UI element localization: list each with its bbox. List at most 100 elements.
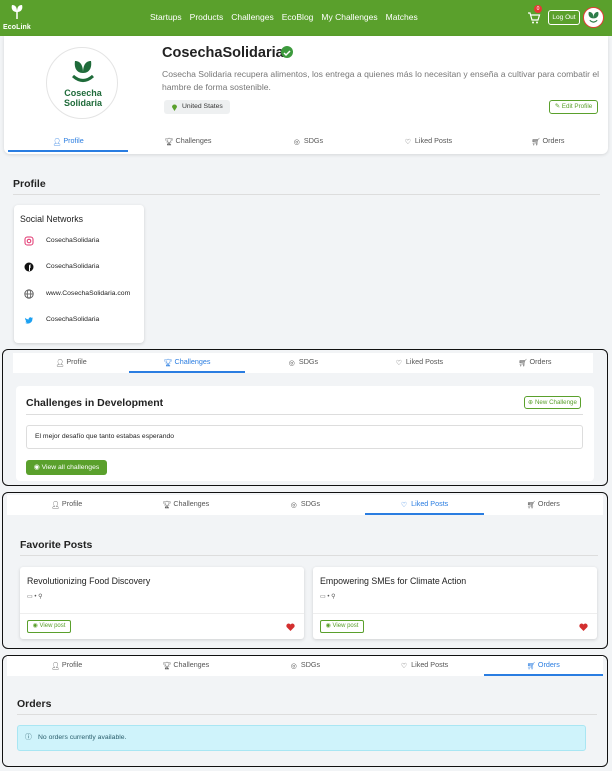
- tab-sdgs[interactable]: ◎ SDGs: [245, 656, 364, 676]
- tab-sdgs[interactable]: ◎ SDGs: [248, 132, 368, 152]
- tab-profile[interactable]: 👤︎ Profile: [8, 132, 128, 152]
- globe-icon: ◎: [293, 137, 301, 146]
- trophy-icon: 🏆︎: [164, 137, 174, 146]
- cart-icon: 🛒︎: [526, 500, 537, 509]
- user-icon: ⚲: [38, 594, 43, 600]
- trophy-icon: 🏆︎: [162, 500, 172, 509]
- view-post-button[interactable]: ◉ View post: [27, 620, 71, 633]
- post-card[interactable]: Revolutionizing Food Discovery ▭ • ⚲ ◉ V…: [20, 567, 304, 639]
- tab-sdgs[interactable]: ◎ SDGs: [245, 353, 361, 373]
- globe-icon: [24, 289, 34, 299]
- heart-icon: ♡: [395, 358, 403, 367]
- social-link-twitter[interactable]: CosechaSolidaria: [24, 315, 144, 327]
- instagram-icon: [24, 236, 34, 246]
- divider: [20, 613, 304, 614]
- nav-link-ecoblog[interactable]: EcoBlog: [282, 12, 314, 22]
- edit-profile-label: Edit Profile: [561, 103, 593, 110]
- liked-posts-tab-view: 👤︎ Profile 🏆︎ Challenges ◎ SDGs ♡ Liked Post…: [2, 492, 608, 649]
- user-icon: 👤︎: [50, 661, 61, 670]
- social-link-website[interactable]: www.CosechaSolidaria.com: [24, 289, 144, 301]
- info-icon: ⓘ: [25, 734, 32, 741]
- social-link-facebook[interactable]: CosechaSolidaria: [24, 262, 144, 274]
- cart-icon: 🛒︎: [518, 358, 528, 367]
- organization-avatar: Cosecha Solidaria: [46, 47, 118, 119]
- divider: [26, 414, 583, 415]
- leaf-icon: [588, 11, 599, 23]
- trophy-icon: 🏆︎: [162, 661, 172, 670]
- cart-icon: 🛒︎: [531, 137, 541, 146]
- eye-icon: ◉: [325, 623, 331, 629]
- tab-liked-posts[interactable]: ♡ Liked Posts: [365, 656, 484, 676]
- edit-profile-button[interactable]: ✎ Edit Profile: [549, 100, 598, 114]
- post-title: Revolutionizing Food Discovery: [27, 576, 151, 586]
- tab-challenges[interactable]: 🏆︎ Challenges: [126, 656, 245, 676]
- tab-profile[interactable]: 👤︎ Profile: [13, 353, 129, 373]
- facebook-icon: [24, 262, 34, 272]
- challenges-view-tabs: 👤︎ Profile 🏆︎ Challenges ◎ SDGs ♡ Liked Post…: [13, 353, 593, 373]
- new-challenge-button[interactable]: ⊕ New Challenge: [524, 396, 581, 409]
- divider: [20, 555, 598, 556]
- tab-profile[interactable]: 👤︎ Profile: [7, 656, 126, 676]
- logo-text: EcoLink: [3, 24, 31, 31]
- social-networks-title: Social Networks: [20, 214, 84, 224]
- leaf-icon: [71, 61, 95, 82]
- eye-icon: ◉: [33, 464, 40, 471]
- twitter-icon: [24, 317, 33, 324]
- user-icon: 👤︎: [50, 500, 61, 509]
- ecolink-logo[interactable]: EcoLink: [3, 3, 31, 33]
- cart-badge: 0: [534, 5, 542, 13]
- edit-icon: ✎: [554, 103, 561, 110]
- view-all-challenges-button[interactable]: ◉ View all challenges: [26, 460, 107, 475]
- brand-text-line2: Solidaria: [63, 98, 102, 108]
- heart-icon: ♡: [400, 661, 408, 670]
- tab-orders[interactable]: 🛒︎ Orders: [484, 495, 603, 515]
- eye-icon: ◉: [32, 623, 38, 629]
- globe-icon: ◎: [290, 661, 298, 670]
- country-label: United States: [182, 103, 223, 110]
- tab-challenges[interactable]: 🏆︎ Challenges: [126, 495, 245, 515]
- tab-liked-posts[interactable]: ♡ Liked Posts: [368, 132, 488, 152]
- post-title: Empowering SMEs for Climate Action: [320, 576, 467, 586]
- post-meta: ▭ • ⚲: [27, 594, 43, 600]
- liked-view-tabs: 👤︎ Profile 🏆︎ Challenges ◎ SDGs ♡ Liked Post…: [7, 495, 603, 515]
- tab-liked-posts[interactable]: ♡ Liked Posts: [361, 353, 477, 373]
- tab-challenges[interactable]: 🏆︎ Challenges: [129, 353, 245, 373]
- orders-title: Orders: [17, 698, 52, 710]
- nav-link-my-challenges[interactable]: My Challenges: [321, 12, 377, 22]
- brand-text-line1: Cosecha: [64, 88, 102, 98]
- tab-liked-posts[interactable]: ♡ Liked Posts: [364, 495, 484, 515]
- nav-link-challenges[interactable]: Challenges: [231, 12, 274, 22]
- tab-challenges[interactable]: 🏆︎ Challenges: [128, 132, 248, 152]
- nav-link-products[interactable]: Products: [190, 12, 224, 22]
- profile-section-title: Profile: [13, 178, 46, 190]
- verified-icon: [281, 46, 293, 58]
- logout-button[interactable]: Log Out: [548, 10, 580, 25]
- cart-icon: 🛒︎: [526, 661, 537, 670]
- tab-orders[interactable]: 🛒︎ Orders: [477, 353, 593, 373]
- globe-icon: ◎: [290, 500, 298, 509]
- challenges-tab-view: 👤︎ Profile 🏆︎ Challenges ◎ SDGs ♡ Liked Post…: [2, 349, 608, 486]
- view-post-button[interactable]: ◉ View post: [320, 620, 364, 633]
- calendar-icon: ▭: [27, 594, 33, 600]
- globe-icon: ◎: [288, 358, 296, 367]
- tab-orders[interactable]: 🛒︎ Orders: [488, 132, 608, 152]
- challenge-item[interactable]: El mejor desafío que tanto estabas esper…: [26, 425, 583, 449]
- tab-profile[interactable]: 👤︎ Profile: [7, 495, 126, 515]
- cart-icon[interactable]: [527, 11, 541, 25]
- tab-sdgs[interactable]: ◎ SDGs: [245, 495, 364, 515]
- location-pin-icon: [172, 104, 177, 111]
- no-orders-alert: ⓘ No orders currently available.: [17, 725, 586, 751]
- top-navbar: EcoLink Startups Products Challenges Eco…: [0, 0, 612, 36]
- user-avatar[interactable]: [583, 7, 604, 28]
- divider: [17, 714, 597, 715]
- divider: [13, 194, 600, 195]
- orders-tab-view: 👤︎ Profile 🏆︎ Challenges ◎ SDGs ♡ Liked Post…: [2, 655, 608, 767]
- tab-orders[interactable]: 🛒︎ Orders: [483, 656, 604, 676]
- nav-link-startups[interactable]: Startups: [150, 12, 182, 22]
- social-link-instagram[interactable]: CosechaSolidaria: [24, 236, 144, 248]
- nav-link-matches[interactable]: Matches: [386, 12, 418, 22]
- post-card[interactable]: Empowering SMEs for Climate Action ▭ • ⚲…: [313, 567, 597, 639]
- organization-name: CosechaSolidaria: [162, 45, 284, 61]
- heart-icon[interactable]: [286, 623, 295, 631]
- heart-icon[interactable]: [579, 623, 588, 631]
